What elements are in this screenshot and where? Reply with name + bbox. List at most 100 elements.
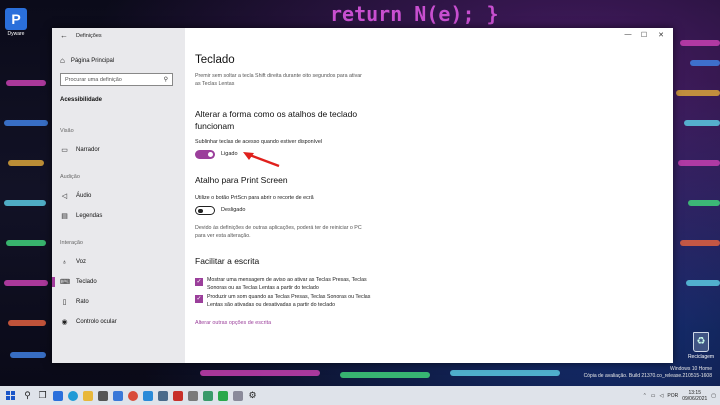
captions-icon: ▤ [61, 213, 68, 220]
other-typing-options-link[interactable]: Alterar outras opções de escrita [195, 320, 271, 326]
start-button[interactable] [0, 386, 20, 405]
search-taskbar-icon[interactable]: ⚲ [20, 386, 35, 405]
sidebar-item-audio[interactable]: ◁ Áudio [52, 189, 185, 203]
app-taskbar-icon[interactable] [230, 386, 245, 405]
edge-icon[interactable] [65, 386, 80, 405]
taskbar: ⚲ ❐ ⚙ ⌃ ▭ ◁ POR 13:15 09/06/2021 ▢ [0, 386, 720, 405]
code-streak [200, 370, 320, 376]
app-taskbar-icon[interactable] [200, 386, 215, 405]
code-streak [6, 240, 46, 246]
group-label-interaction: Interação [60, 240, 83, 246]
shortcuts-heading: Alterar a forma como os atalhos de tecla… [195, 109, 358, 119]
code-streak [450, 370, 560, 376]
window-title: Definições [76, 33, 102, 39]
desktop-app-icon[interactable]: P Dyware [3, 8, 29, 37]
search-placeholder: Procurar uma definição [65, 77, 122, 83]
sidebar-item-voz[interactable]: ♁ Voz [52, 255, 185, 269]
notifications-icon[interactable]: ▢ [711, 393, 716, 399]
search-icon: ⚲ [163, 77, 168, 83]
close-button[interactable]: ✕ [653, 31, 669, 39]
mail-icon[interactable] [110, 386, 125, 405]
app-taskbar-icon[interactable] [50, 386, 65, 405]
clock[interactable]: 13:15 09/06/2021 [682, 390, 707, 402]
code-streak [686, 280, 720, 286]
group-label-vision: Visão [60, 128, 74, 134]
sidebar-item-label: Rato [76, 299, 89, 305]
sidebar-item-label: Controlo ocular [76, 319, 117, 325]
narrator-icon: ▭ [61, 147, 68, 154]
checkbox-label-line: Mostrar uma mensagem de aviso ao ativar … [207, 277, 367, 283]
recycle-bin[interactable]: ♻ Reciclagem [686, 332, 716, 360]
keyboard-icon: ⌨ [60, 279, 71, 286]
clock-date: 09/06/2021 [682, 395, 708, 402]
file-explorer-icon[interactable] [80, 386, 95, 405]
code-streak [688, 200, 720, 206]
sidebar-item-controlo-ocular[interactable]: ◉ Controlo ocular [52, 315, 185, 329]
code-streak [8, 160, 44, 166]
windows-watermark: Windows 10 Home Cópia de avaliação. Buil… [584, 366, 712, 380]
maximize-button[interactable]: ☐ [636, 31, 652, 39]
code-streak [340, 372, 430, 378]
microphone-icon: ♁ [61, 258, 68, 266]
code-streak [4, 280, 48, 286]
printscreen-note-line: para ver esta alteração. [195, 233, 251, 239]
printscreen-toggle[interactable] [195, 206, 215, 215]
language-indicator[interactable]: POR [667, 393, 678, 399]
warning-checkbox-label: Mostrar uma mensagem de aviso ao ativar … [207, 276, 407, 292]
eye-icon: ◉ [61, 319, 68, 326]
sound-checkbox-label: Produzir um som quando as Teclas Presas,… [207, 293, 407, 309]
home-icon: ⌂ [60, 56, 65, 65]
sidebar-item-legendas[interactable]: ▤ Legendas [52, 209, 185, 223]
settings-window: ← Definições — ☐ ✕ ⌂ Página Principal Pr… [52, 28, 673, 363]
search-input[interactable]: Procurar uma definição ⚲ [60, 73, 173, 86]
sidebar-item-rato[interactable]: ▯ Rato [52, 295, 185, 309]
back-arrow-icon[interactable]: ← [60, 31, 68, 40]
printscreen-heading: Atalho para Print Screen [195, 175, 288, 185]
warning-checkbox[interactable]: ✓ [195, 278, 203, 286]
code-streak [690, 60, 720, 66]
sidebar-section-title: Acessibilidade [60, 97, 103, 103]
sidebar-item-label: Áudio [76, 193, 92, 199]
app-taskbar-icon[interactable] [215, 386, 230, 405]
sidebar-item-label: Teclado [76, 279, 97, 285]
printscreen-note-line: Devido às definições de outras aplicaçõe… [195, 225, 362, 231]
home-link[interactable]: ⌂ Página Principal [60, 56, 114, 65]
app-taskbar-icon[interactable] [155, 386, 170, 405]
sound-checkbox[interactable]: ✓ [195, 295, 203, 303]
code-streak [6, 80, 46, 86]
store-icon[interactable] [95, 386, 110, 405]
chrome-icon[interactable] [125, 386, 140, 405]
shortcuts-heading: funcionam [195, 121, 235, 131]
printscreen-label: Utilize o botão PrtScn para abrir o reco… [195, 195, 314, 201]
title-bar[interactable]: ← Definições — ☐ ✕ [52, 28, 673, 45]
network-icon[interactable]: ▭ [651, 393, 656, 399]
sidebar-item-narrador[interactable]: ▭ Narrador [52, 143, 185, 157]
code-streak [10, 352, 46, 358]
code-streak [8, 320, 46, 326]
app-icon: P [5, 8, 27, 30]
windows-logo-icon [5, 391, 15, 400]
code-text: return N(e); } [330, 2, 499, 26]
code-streak [4, 200, 46, 206]
recycle-bin-label: Reciclagem [687, 354, 715, 360]
settings-taskbar-icon[interactable]: ⚙ [245, 386, 260, 405]
volume-icon[interactable]: ◁ [660, 393, 664, 399]
sidebar-item-label: Voz [76, 259, 87, 265]
minimize-button[interactable]: — [620, 31, 636, 38]
sidebar-item-teclado[interactable]: ⌨ Teclado [52, 275, 185, 289]
task-view-icon[interactable]: ❐ [35, 386, 50, 405]
vscode-icon[interactable] [140, 386, 155, 405]
group-label-hearing: Audição [60, 174, 80, 180]
code-streak [4, 120, 48, 126]
speaker-icon: ◁ [61, 193, 68, 200]
code-streak [680, 240, 720, 246]
code-streak [678, 160, 720, 166]
code-streak [680, 40, 720, 46]
printscreen-toggle-state: Desligado [221, 207, 246, 213]
page-title: Teclado [195, 54, 235, 66]
filezilla-icon[interactable] [170, 386, 185, 405]
chevron-up-icon[interactable]: ⌃ [643, 393, 647, 399]
underline-toggle[interactable] [195, 150, 215, 159]
sidebar-item-label: Legendas [76, 213, 103, 219]
app-taskbar-icon[interactable] [185, 386, 200, 405]
